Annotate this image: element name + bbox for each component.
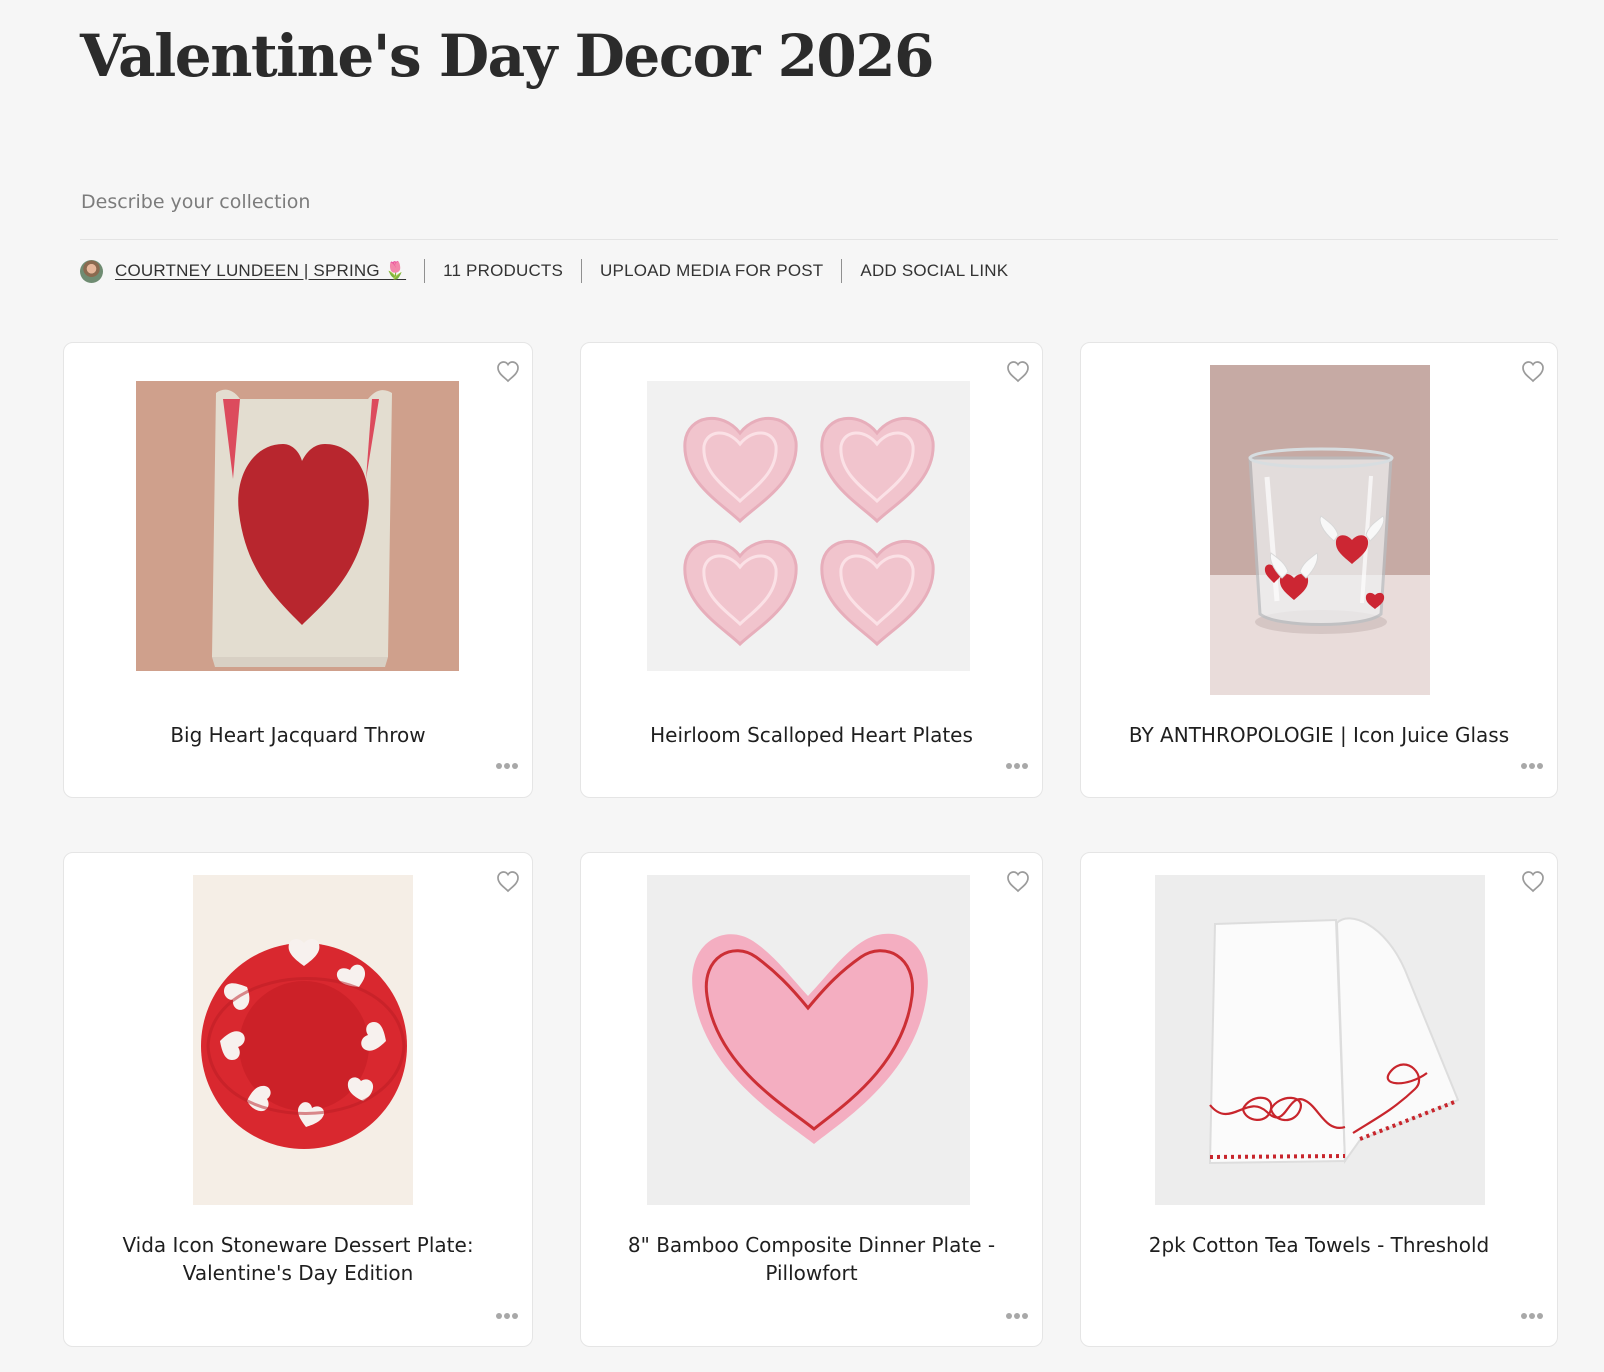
product-name: Heirloom Scalloped Heart Plates xyxy=(650,723,973,747)
product-name: BY ANTHROPOLOGIE | Icon Juice Glass xyxy=(1128,723,1510,747)
favorite-heart-icon[interactable] xyxy=(1519,867,1547,895)
upload-media-link[interactable]: UPLOAD MEDIA FOR POST xyxy=(600,261,823,281)
meta-separator xyxy=(841,259,843,283)
author-avatar xyxy=(80,259,103,283)
more-options-icon[interactable] xyxy=(494,1310,520,1322)
product-count: 11 PRODUCTS xyxy=(443,261,564,280)
add-social-link[interactable]: ADD SOCIAL LINK xyxy=(860,261,1008,281)
product-card[interactable]: Vida Icon Stoneware Dessert Plate: Valen… xyxy=(63,852,533,1347)
favorite-heart-icon[interactable] xyxy=(1004,357,1032,385)
favorite-heart-icon[interactable] xyxy=(494,357,522,385)
favorite-heart-icon[interactable] xyxy=(494,867,522,895)
collection-page: Valentine's Day Decor 2026 COURTNEY LUND… xyxy=(0,0,1604,1372)
more-options-icon[interactable] xyxy=(1004,760,1030,772)
product-card[interactable]: 2pk Cotton Tea Towels - Threshold xyxy=(1080,852,1558,1347)
more-options-icon[interactable] xyxy=(1004,1310,1030,1322)
more-options-icon[interactable] xyxy=(1519,760,1545,772)
product-card[interactable]: BY ANTHROPOLOGIE | Icon Juice Glass xyxy=(1080,342,1558,798)
more-options-icon[interactable] xyxy=(1519,1310,1545,1322)
product-name: Big Heart Jacquard Throw xyxy=(170,723,426,747)
product-name: 2pk Cotton Tea Towels - Threshold xyxy=(1148,1233,1490,1257)
meta-separator xyxy=(581,259,583,283)
author-link[interactable]: COURTNEY LUNDEEN | SPRING 🌷 xyxy=(115,261,406,281)
product-image-heart-dinner-plate[interactable] xyxy=(647,875,970,1205)
product-image-juice-glass[interactable] xyxy=(1210,365,1430,695)
product-image-dessert-plate[interactable] xyxy=(193,875,413,1205)
product-image-scalloped-heart-plates[interactable] xyxy=(647,381,970,671)
collection-title: Valentine's Day Decor 2026 xyxy=(80,22,935,90)
product-card[interactable]: Heirloom Scalloped Heart Plates xyxy=(580,342,1043,798)
product-name: Vida Icon Stoneware Dessert Plate: Valen… xyxy=(122,1233,474,1285)
product-name: 8" Bamboo Composite Dinner Plate - Pillo… xyxy=(627,1233,996,1285)
collection-description-input[interactable] xyxy=(81,185,1558,219)
product-card[interactable]: Big Heart Jacquard Throw xyxy=(63,342,533,798)
product-image-heart-throw[interactable] xyxy=(136,381,459,671)
meta-separator xyxy=(424,259,426,283)
favorite-heart-icon[interactable] xyxy=(1004,867,1032,895)
product-image-tea-towels[interactable] xyxy=(1155,875,1485,1205)
more-options-icon[interactable] xyxy=(494,760,520,772)
collection-meta-bar: COURTNEY LUNDEEN | SPRING 🌷 11 PRODUCTS … xyxy=(80,256,1008,286)
description-divider xyxy=(80,239,1558,240)
product-card[interactable]: 8" Bamboo Composite Dinner Plate - Pillo… xyxy=(580,852,1043,1347)
favorite-heart-icon[interactable] xyxy=(1519,357,1547,385)
